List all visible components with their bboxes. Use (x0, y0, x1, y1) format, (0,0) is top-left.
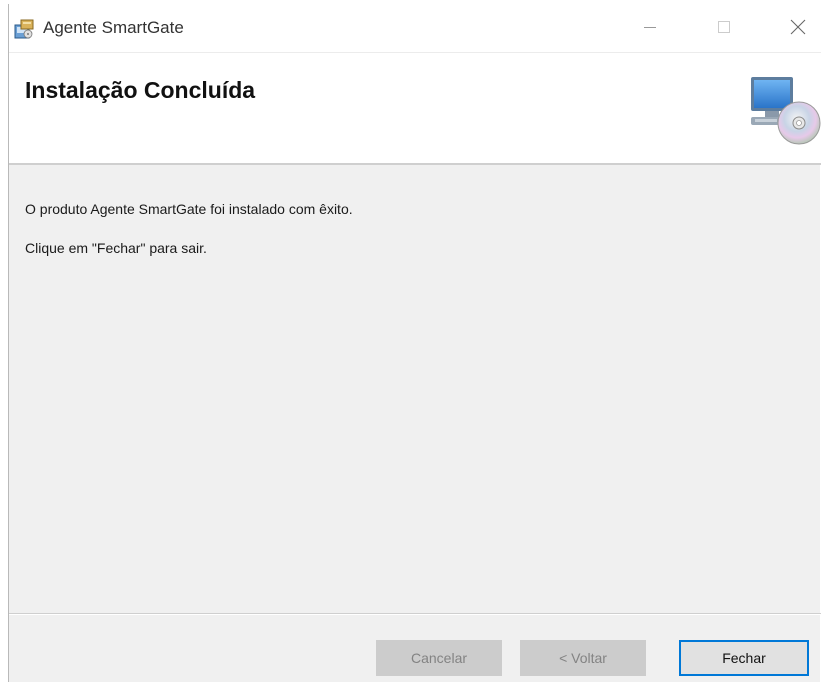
exit-instruction: Clique em "Fechar" para sair. (25, 240, 207, 256)
close-icon (790, 19, 806, 40)
maximize-button[interactable] (701, 12, 747, 46)
window-close-button[interactable] (775, 12, 821, 46)
finish-close-button[interactable]: Fechar (679, 640, 809, 676)
page-title: Instalação Concluída (25, 77, 256, 103)
back-button[interactable]: < Voltar (520, 640, 646, 676)
maximize-icon (718, 20, 730, 38)
cancel-button[interactable]: Cancelar (376, 640, 502, 676)
installer-app-icon (13, 18, 35, 40)
window-title: Agente SmartGate (43, 18, 184, 37)
button-bar: Cancelar < Voltar Fechar (9, 613, 821, 683)
minimize-icon (644, 20, 656, 38)
content-area: O produto Agente SmartGate foi instalado… (9, 165, 821, 613)
computer-cd-icon (747, 73, 821, 147)
minimize-button[interactable] (627, 12, 673, 46)
header-banner: Instalação Concluída (9, 52, 821, 165)
title-bar[interactable]: Agente SmartGate (9, 4, 821, 52)
installer-window: Agente SmartGate Instalação Concluída O … (8, 4, 821, 683)
success-message: O produto Agente SmartGate foi instalado… (25, 201, 353, 217)
